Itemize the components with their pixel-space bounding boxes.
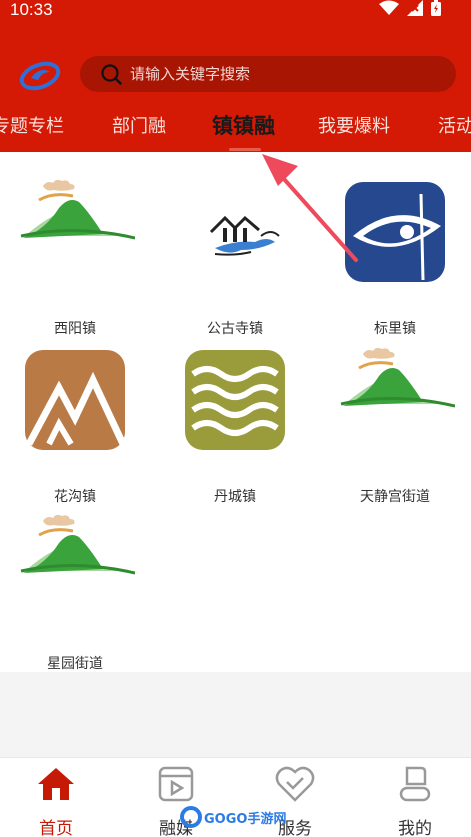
town-name: 星园街道 xyxy=(47,656,103,672)
town-name: 公古寺镇 xyxy=(207,321,263,337)
app-screen: 10:33 专题专栏 部门融 镇镇融 我要爆料 活动 xyxy=(0,0,471,837)
search-bar[interactable] xyxy=(80,56,456,92)
town-name: 丹城镇 xyxy=(214,489,256,505)
waves-logo-icon xyxy=(185,350,285,450)
town-grid: 西阳镇 公古寺镇 标里镇 花沟镇 丹城镇 天静宫街道 星园街道 xyxy=(0,152,471,672)
nav-profile[interactable]: 我的 xyxy=(375,764,455,837)
nav-label: 我的 xyxy=(398,819,432,837)
watermark-text: GOGO手游网 xyxy=(204,811,287,827)
nav-home[interactable]: 首页 xyxy=(16,764,96,837)
watermark: GOGO手游网 xyxy=(180,806,286,828)
cellular-icon xyxy=(407,0,423,16)
tab-towns[interactable]: 镇镇融 xyxy=(212,110,275,140)
tab-special-topics[interactable]: 专题专栏 xyxy=(0,112,64,138)
tab-active-indicator xyxy=(229,148,261,151)
handshake-icon xyxy=(275,766,315,802)
peaks-logo-icon xyxy=(25,350,127,450)
town-tile-dancheng[interactable]: 丹城镇 xyxy=(155,340,315,510)
town-name: 西阳镇 xyxy=(54,321,96,337)
home-icon xyxy=(38,768,74,800)
search-input[interactable] xyxy=(130,65,430,83)
tab-department[interactable]: 部门融 xyxy=(112,112,166,138)
wifi-icon xyxy=(379,0,399,15)
battery-icon xyxy=(431,0,441,16)
status-time: 10:33 xyxy=(10,0,53,19)
tab-report-news[interactable]: 我要爆料 xyxy=(318,112,390,138)
user-icon xyxy=(399,766,431,802)
mountain-logo-icon xyxy=(20,514,136,575)
status-icons xyxy=(379,0,441,16)
town-tile-huagou[interactable]: 花沟镇 xyxy=(0,340,155,510)
town-tile-xingyuan[interactable]: 星园街道 xyxy=(0,507,155,677)
search-icon xyxy=(101,64,122,85)
town-name: 标里镇 xyxy=(374,321,416,337)
channel-tabs: 专题专栏 部门融 镇镇融 我要爆料 活动 xyxy=(0,110,471,148)
video-icon xyxy=(158,766,194,802)
town-tile-tianjinggong[interactable]: 天静宫街道 xyxy=(315,340,471,510)
town-name: 花沟镇 xyxy=(54,489,96,505)
app-logo-icon[interactable] xyxy=(18,56,62,92)
town-tile-xiyang[interactable]: 西阳镇 xyxy=(0,172,155,342)
tab-activities[interactable]: 活动 xyxy=(438,112,471,138)
annotation-arrow-icon xyxy=(262,154,358,262)
header: 10:33 专题专栏 部门融 镇镇融 我要爆料 活动 xyxy=(0,0,471,152)
mountain-logo-icon xyxy=(340,347,456,408)
status-bar: 10:33 xyxy=(0,0,471,22)
watermark-logo-icon xyxy=(180,806,202,828)
town-name: 天静宫街道 xyxy=(360,489,430,505)
nav-label: 首页 xyxy=(39,819,73,837)
mountain-logo-icon xyxy=(20,179,136,240)
